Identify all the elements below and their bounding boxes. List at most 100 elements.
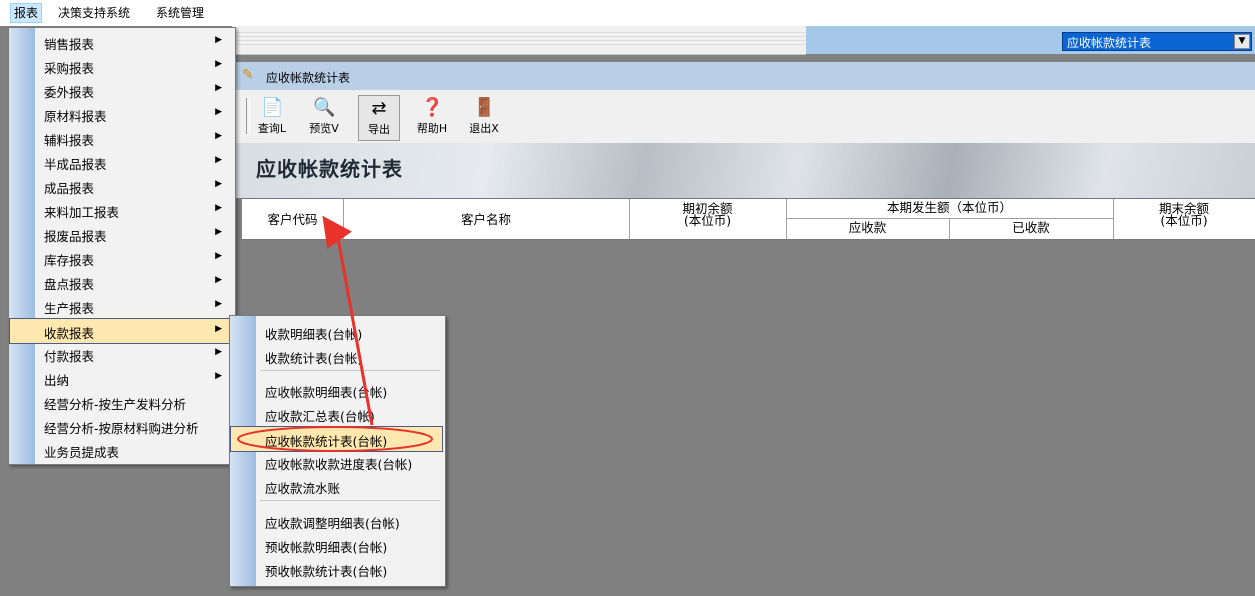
menu-item-label: 成品报表 xyxy=(44,181,95,196)
chevron-right-icon: ▶ xyxy=(215,299,222,309)
menu-item[interactable]: 出纳 ▶ xyxy=(10,366,234,390)
column-header-receivable[interactable]: 应收款 xyxy=(786,221,949,235)
submenu-item[interactable]: 预收帐款统计表(台帐) xyxy=(231,557,444,581)
menu-item[interactable]: 报废品报表 ▶ xyxy=(10,222,234,246)
menu-item[interactable]: 原材料报表 ▶ xyxy=(10,102,234,126)
menu-item-label: 报废品报表 xyxy=(44,229,107,244)
column-header-customer-name[interactable]: 客户名称 xyxy=(343,213,629,227)
menu-item[interactable]: 收款报表 ▶ xyxy=(9,318,235,344)
submenu-item-label: 应收帐款统计表(台帐) xyxy=(265,434,388,449)
menu-item[interactable]: 委外报表 ▶ xyxy=(10,78,234,102)
preview-button-label: 预览V xyxy=(309,122,339,135)
submenu-item-label: 应收款汇总表(台帐) xyxy=(265,409,375,424)
report-selector-value: 应收帐款统计表 xyxy=(1067,36,1152,50)
submenu-item-label: 预收帐款明细表(台帐) xyxy=(265,540,388,555)
menu-item[interactable]: 经营分析-按生产发料分析 xyxy=(10,390,234,414)
menu-item-label: 采购报表 xyxy=(44,61,95,76)
chevron-right-icon: ▶ xyxy=(215,275,222,285)
submenu-item[interactable]: 应收帐款明细表(台帐) xyxy=(231,378,444,402)
submenu-item-label: 预收帐款统计表(台帐) xyxy=(265,564,388,579)
menu-item[interactable]: 生产报表 ▶ xyxy=(10,294,234,318)
preview-button[interactable]: 🔍 预览V xyxy=(304,95,344,139)
export-button[interactable]: ⇄ 导出 xyxy=(358,95,400,141)
help-button-label: 帮助H xyxy=(416,122,448,135)
report-toolbar: 📄 查询L 🔍 预览V ⇄ 导出 ❓ 帮助H 🚪 退出X xyxy=(234,90,1255,144)
report-selector[interactable]: 应收帐款统计表 ▼ xyxy=(1062,32,1252,51)
export-icon: ⇄ xyxy=(371,98,387,119)
grid-header: 客户代码 客户名称 期初余额 (本位币) 本期发生额（本位币） 应收款 已收款 … xyxy=(242,198,1255,240)
menu-item-label: 付款报表 xyxy=(44,349,95,364)
submenu-item[interactable]: 应收款汇总表(台帐) xyxy=(231,402,444,426)
menu-item-label: 生产报表 xyxy=(44,301,95,316)
banner-title: 应收帐款统计表 xyxy=(256,157,403,181)
help-icon: ❓ xyxy=(421,97,444,118)
column-header-customer-code[interactable]: 客户代码 xyxy=(242,213,343,227)
column-header-received[interactable]: 已收款 xyxy=(949,221,1113,235)
exit-button[interactable]: 🚪 退出X xyxy=(464,95,504,139)
submenu-item-label: 收款统计表(台帐) xyxy=(265,351,363,366)
chevron-right-icon: ▶ xyxy=(215,371,222,381)
menu-item-label: 业务员提成表 xyxy=(44,445,120,460)
chevron-right-icon: ▶ xyxy=(215,251,222,261)
menu-item[interactable]: 辅料报表 ▶ xyxy=(10,126,234,150)
menubar-item-reports[interactable]: 报表 xyxy=(10,3,43,23)
submenu-item-label: 应收款流水账 xyxy=(265,481,341,496)
menu-separator xyxy=(260,370,440,371)
chevron-right-icon: ▶ xyxy=(215,179,222,189)
query-button[interactable]: 📄 查询L xyxy=(252,95,292,139)
menu-item-label: 半成品报表 xyxy=(44,157,107,172)
menu-item[interactable]: 盘点报表 ▶ xyxy=(10,270,234,294)
reports-menu: 销售报表 ▶ 采购报表 ▶ 委外报表 ▶ 原材料报表 ▶ 辅料报表 ▶ 半成品报表 ▶ 成品报表 ▶ 来料加… xyxy=(8,27,236,465)
window-title: 应收帐款统计表 xyxy=(266,71,351,85)
submenu-item[interactable]: 预收帐款明细表(台帐) xyxy=(231,533,444,557)
exit-icon: 🚪 xyxy=(473,97,496,118)
menu-separator xyxy=(260,500,440,501)
menu-item-label: 来料加工报表 xyxy=(44,205,120,220)
menu-item-label: 经营分析-按原材料购进分析 xyxy=(44,421,199,436)
menu-item[interactable]: 成品报表 ▶ xyxy=(10,174,234,198)
submenu-item[interactable]: 应收帐款收款进度表(台帐) xyxy=(231,450,444,474)
submenu-item-label: 应收帐款收款进度表(台帐) xyxy=(265,457,413,472)
menubar-item-decision-support[interactable]: 决策支持系统 xyxy=(55,4,133,22)
column-header-opening-unit: (本位币) xyxy=(683,213,732,228)
menu-item-label: 辅料报表 xyxy=(44,133,95,148)
menu-item-label: 委外报表 xyxy=(44,85,95,100)
menu-item-label: 原材料报表 xyxy=(44,109,107,124)
submenu-item[interactable]: 应收款调整明细表(台帐) xyxy=(231,509,444,533)
menu-item-label: 销售报表 xyxy=(44,37,95,52)
exit-button-label: 退出X xyxy=(469,122,499,135)
query-icon: 📄 xyxy=(261,97,284,118)
menu-item[interactable]: 半成品报表 ▶ xyxy=(10,150,234,174)
report-banner: 应收帐款统计表 xyxy=(234,143,1255,198)
collections-submenu: 收款明细表(台帐) 收款统计表(台帐) 应收帐款明细表(台帐) 应收款汇总表(台帐) 应… xyxy=(229,315,446,587)
top-toolbar-area xyxy=(232,26,806,55)
menu-item-label: 库存报表 xyxy=(44,253,95,268)
menu-item[interactable]: 付款报表 ▶ xyxy=(10,342,234,366)
query-button-label: 查询L xyxy=(257,122,287,135)
submenu-item-label: 应收帐款明细表(台帐) xyxy=(265,385,388,400)
menu-item-label: 出纳 xyxy=(44,373,70,388)
chevron-right-icon: ▶ xyxy=(215,203,222,213)
chevron-down-icon[interactable]: ▼ xyxy=(1234,34,1250,49)
help-button[interactable]: ❓ 帮助H xyxy=(412,95,452,139)
menu-item[interactable]: 经营分析-按原材料购进分析 xyxy=(10,414,234,438)
menu-item[interactable]: 来料加工报表 ▶ xyxy=(10,198,234,222)
preview-icon: 🔍 xyxy=(313,97,336,118)
submenu-item[interactable]: 收款统计表(台帐) xyxy=(231,344,444,368)
app-flame-icon: ✎ xyxy=(242,67,254,83)
submenu-item[interactable]: 收款明细表(台帐) xyxy=(231,320,444,344)
submenu-item[interactable]: 应收帐款统计表(台帐) xyxy=(230,426,443,452)
menu-item[interactable]: 采购报表 ▶ xyxy=(10,54,234,78)
menu-item-label: 经营分析-按生产发料分析 xyxy=(44,397,187,412)
chevron-right-icon: ▶ xyxy=(215,131,222,141)
menu-item[interactable]: 库存报表 ▶ xyxy=(10,246,234,270)
menu-item[interactable]: 业务员提成表 xyxy=(10,438,234,462)
column-header-closing-unit: (本位币) xyxy=(1160,213,1208,228)
submenu-item-label: 收款明细表(台帐) xyxy=(265,327,363,342)
chevron-right-icon: ▶ xyxy=(215,227,222,237)
menubar-item-system-admin[interactable]: 系统管理 xyxy=(153,4,207,22)
menu-item[interactable]: 销售报表 ▶ xyxy=(10,30,234,54)
submenu-item[interactable]: 应收款流水账 xyxy=(231,474,444,498)
column-header-period-amount[interactable]: 本期发生额（本位币） xyxy=(786,201,1113,215)
chevron-right-icon: ▶ xyxy=(215,347,222,357)
